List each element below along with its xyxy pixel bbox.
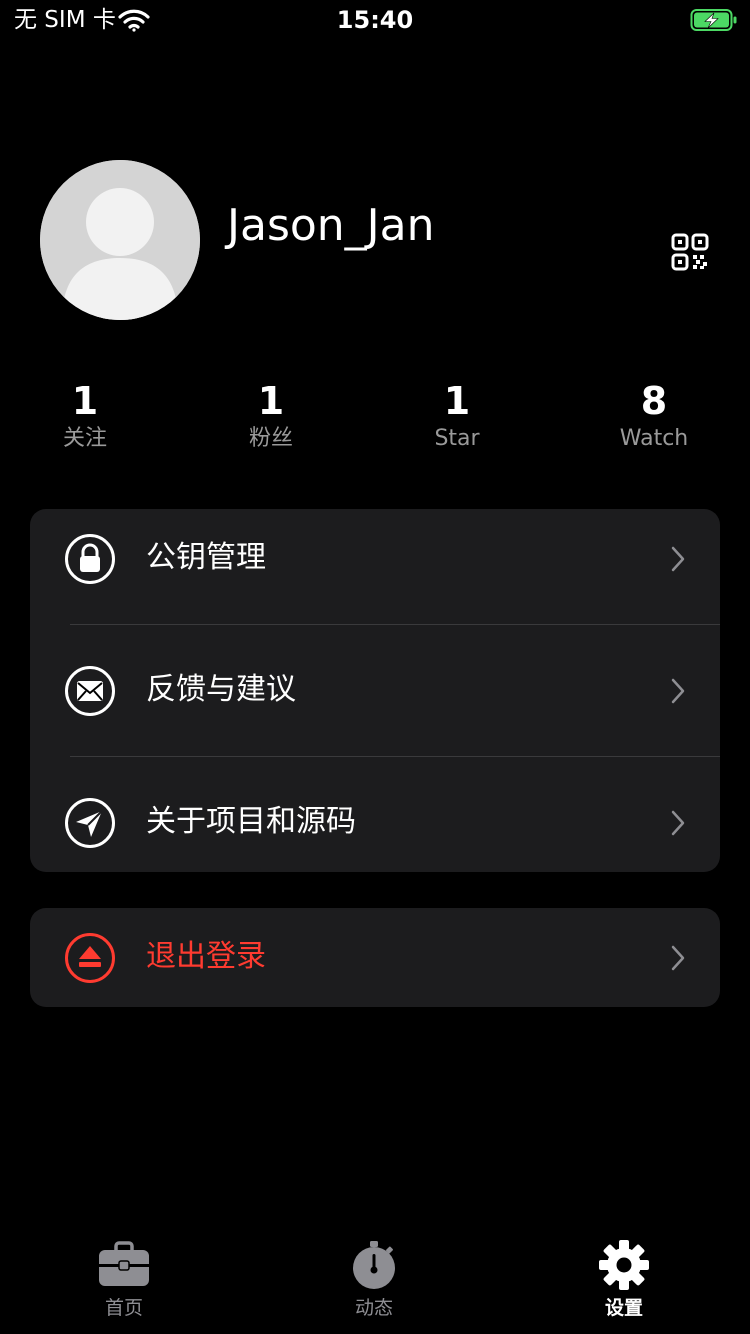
stat-value: 1 [257, 379, 285, 423]
tab-label: 首页 [104, 1297, 143, 1319]
stat-watch[interactable]: 8 Watch [574, 378, 734, 454]
stopwatch-icon [353, 1241, 395, 1289]
battery-charging-icon [690, 9, 737, 31]
chevron-right-icon [671, 945, 685, 971]
tab-label: 设置 [604, 1297, 643, 1319]
chevron-right-icon [671, 546, 685, 572]
tab-activity[interactable]: 动态 [309, 1240, 439, 1320]
stat-star[interactable]: 1 Star [377, 378, 537, 454]
username: Jason_Jan [227, 200, 435, 251]
tab-home[interactable]: 首页 [59, 1240, 189, 1320]
stat-label: 关注 [62, 426, 107, 451]
menu-item-public-keys[interactable]: 公钥管理 [30, 509, 720, 625]
eject-icon [65, 933, 115, 983]
stat-value: 8 [640, 379, 668, 423]
logout-card: 退出登录 [30, 908, 720, 1007]
menu-item-feedback[interactable]: 反馈与建议 [30, 625, 720, 757]
tab-label: 动态 [354, 1297, 393, 1319]
qr-code-icon[interactable] [670, 232, 710, 272]
tab-settings[interactable]: 设置 [559, 1240, 689, 1320]
chevron-right-icon [671, 810, 685, 836]
logout-button[interactable]: 退出登录 [30, 908, 720, 1007]
stat-following[interactable]: 1 关注 [5, 378, 165, 454]
menu-item-about[interactable]: 关于项目和源码 [30, 757, 720, 872]
default-avatar-icon [40, 160, 200, 320]
stat-value: 1 [71, 379, 99, 423]
stat-label: Watch [619, 426, 689, 451]
settings-menu-card: 公钥管理 反馈与建议 关于项目和源码 [30, 509, 720, 872]
status-time: 15:40 [336, 6, 414, 34]
chevron-right-icon [671, 678, 685, 704]
avatar[interactable] [40, 160, 200, 320]
gear-icon [599, 1240, 649, 1290]
logout-label: 退出登录 [146, 939, 266, 974]
stat-label: Star [434, 426, 480, 451]
status-bar: 无 SIM 卡 15:40 [0, 0, 750, 40]
menu-item-label: 公钥管理 [146, 540, 266, 575]
lock-icon [65, 534, 115, 584]
stat-value: 1 [443, 379, 471, 423]
send-icon [65, 798, 115, 848]
menu-item-label: 关于项目和源码 [146, 804, 356, 839]
menu-item-label: 反馈与建议 [146, 672, 296, 707]
stat-followers[interactable]: 1 粉丝 [191, 378, 351, 454]
mail-icon [65, 666, 115, 716]
briefcase-icon [99, 1241, 149, 1286]
stat-label: 粉丝 [248, 426, 293, 451]
